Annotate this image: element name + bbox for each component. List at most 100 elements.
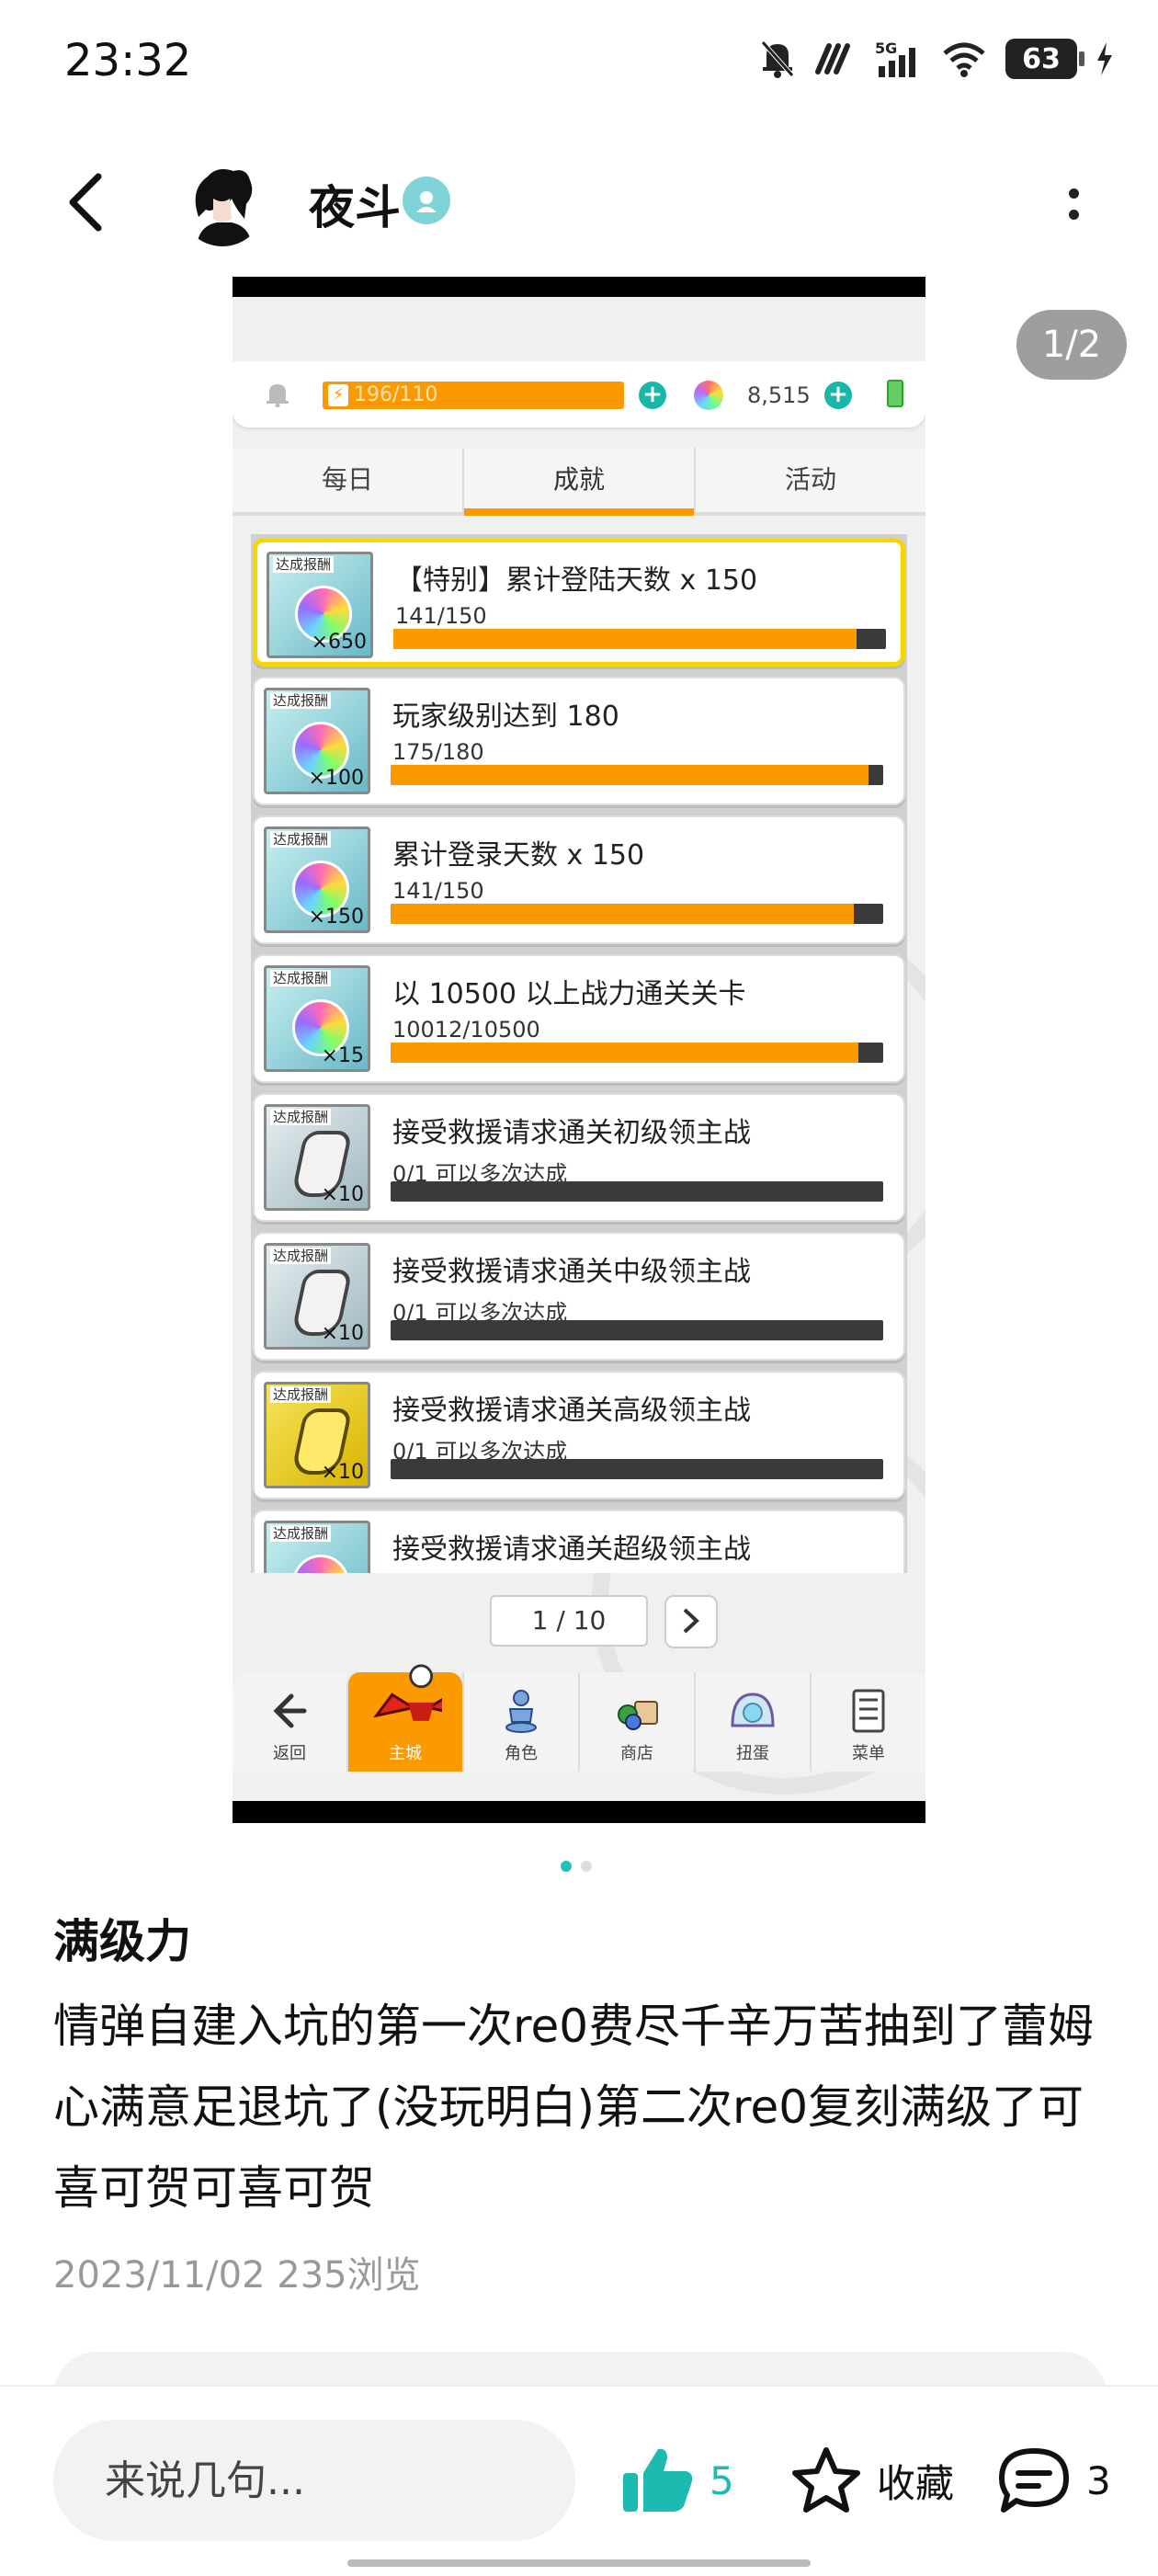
avatar[interactable] <box>180 162 265 246</box>
next-page-button[interactable] <box>664 1595 718 1648</box>
achievement-item[interactable]: 达成报酬 ×10 接受救援请求通关中级领主战 0/1 可以多次达成 <box>253 1232 905 1361</box>
reward-thumbnail: 达成报酬 ×150 <box>264 826 370 933</box>
reward-tag: 达成报酬 <box>270 1525 332 1542</box>
reward-quantity: ×10 <box>321 1322 364 1345</box>
reward-thumbnail: 达成报酬 ×10 <box>264 1243 370 1350</box>
more-vertical-icon <box>1068 188 1079 199</box>
star-icon <box>792 2447 860 2513</box>
achievement-title: 接受救援请求通关初级领主战 <box>392 1117 751 1149</box>
game-nav-item[interactable]: 返回 <box>233 1672 346 1772</box>
achievement-item[interactable]: 达成报酬 ×10 接受救援请求通关高级领主战 0/1 可以多次达成 <box>253 1371 905 1499</box>
post-body: 情弹自建入坑的第一次re0费尽千辛万苦抽到了蕾姆心满意足退坑了(没玩明白)第二次… <box>53 2000 1095 2215</box>
add-gems-button[interactable]: + <box>824 382 852 409</box>
achievement-progress-bar <box>391 1459 883 1479</box>
game-nav-item[interactable]: 菜单 <box>810 1672 925 1772</box>
mute-bell-icon <box>761 40 794 78</box>
achievement-item[interactable]: 达成报酬 ×150 累计登录天数 x 150 141/150 <box>253 815 905 944</box>
chevron-left-icon <box>69 173 102 232</box>
achievement-progress-bar <box>391 1043 883 1063</box>
reward-quantity: ×10 <box>321 1461 364 1484</box>
signal-5g-icon: 5G <box>875 40 915 77</box>
tab-achievements[interactable]: 成就 <box>462 448 694 516</box>
achievement-progress-text: 10012/10500 <box>392 1017 540 1043</box>
comment-input[interactable] <box>53 2420 575 2541</box>
back-button[interactable] <box>53 161 118 244</box>
status-time: 23:32 <box>64 35 192 86</box>
avatar-image <box>180 162 265 246</box>
thumbs-up-icon <box>623 2448 693 2512</box>
gem-orb-icon <box>694 381 723 410</box>
device-battery-icon <box>887 380 903 407</box>
achievement-item[interactable]: 达成报酬 ×15 以 10500 以上战力通关关卡 10012/10500 <box>253 954 905 1083</box>
game-nav-label: 菜单 <box>852 1744 885 1763</box>
comment-field[interactable] <box>53 2420 575 2541</box>
image-pagination-dots <box>561 1861 592 1872</box>
achievement-progress-text: 175/180 <box>392 739 484 765</box>
game-nav-item[interactable]: 商店 <box>578 1672 694 1772</box>
lightning-icon: ⚡ <box>328 384 348 406</box>
reward-tag: 达成报酬 <box>270 831 332 848</box>
comment-count: 3 <box>1086 2457 1111 2503</box>
add-stamina-button[interactable]: + <box>639 382 666 409</box>
svg-text:5G: 5G <box>875 40 897 57</box>
progress-fill <box>393 629 857 649</box>
battery-icon: 63 <box>1005 39 1084 79</box>
gem-count: 8,515 <box>747 382 811 408</box>
comment-bubble-icon <box>999 2448 1069 2513</box>
reward-thumbnail: 达成报酬 ×15 <box>264 965 370 1072</box>
achievement-progress-bar <box>391 1320 883 1340</box>
more-button[interactable] <box>1055 177 1092 232</box>
reward-tag: 达成报酬 <box>270 692 332 709</box>
achievement-list: 达成报酬 ×650 【特别】累计登陆天数 x 150 141/150 达成报酬 ×100 玩… <box>251 534 907 1573</box>
verified-badge-icon <box>403 177 450 224</box>
rainbow-orb-icon <box>292 1555 349 1573</box>
reward-tag: 达成报酬 <box>270 1109 332 1125</box>
achievement-progress-text: 141/150 <box>395 603 487 629</box>
reward-tag: 达成报酬 <box>270 970 332 986</box>
charging-icon <box>1097 42 1112 75</box>
stamina-value: 196/110 <box>354 383 438 406</box>
achievement-item[interactable]: 达成报酬 接受救援请求通关超级领主战 <box>253 1510 905 1573</box>
achievement-item[interactable]: 达成报酬 ×650 【特别】累计登陆天数 x 150 141/150 <box>253 538 905 667</box>
tab-daily[interactable]: 每日 <box>233 448 462 512</box>
image-dot-active[interactable] <box>561 1861 572 1872</box>
reward-thumbnail: 达成报酬 ×10 <box>264 1382 370 1488</box>
status-icons: 5G 63 <box>759 33 1114 85</box>
reward-quantity: ×10 <box>321 1183 364 1206</box>
chevron-right-icon <box>683 1608 699 1634</box>
progress-fill <box>391 904 854 924</box>
achievement-progress-bar <box>391 765 883 785</box>
achievement-item[interactable]: 达成报酬 ×10 接受救援请求通关初级领主战 0/1 可以多次达成 <box>253 1093 905 1222</box>
game-screenshot: ⚡ 196/110 + 8,515 + 每日 成就 活动 达成报酬 ×650 【特别… <box>233 297 925 1801</box>
reward-quantity: ×15 <box>321 1044 364 1067</box>
like-button[interactable]: 5 <box>621 2436 734 2525</box>
tab-events[interactable]: 活动 <box>694 448 925 512</box>
image-dot[interactable] <box>581 1861 592 1872</box>
achievement-progress-bar <box>391 904 883 924</box>
achievement-progress-bar <box>393 629 886 649</box>
game-bottom-nav: 返回 主城 角色 商店 扭蛋 菜单 <box>233 1664 925 1772</box>
game-nav-label: 主城 <box>389 1744 422 1763</box>
reward-thumbnail: 达成报酬 ×650 <box>267 552 373 658</box>
game-nav-item[interactable]: 扭蛋 <box>694 1672 810 1772</box>
achievement-item[interactable]: 达成报酬 ×100 玩家级别达到 180 175/180 <box>253 677 905 805</box>
favorite-label: 收藏 <box>877 2460 955 2506</box>
post-image[interactable]: ⚡ 196/110 + 8,515 + 每日 成就 活动 达成报酬 ×650 【特别… <box>233 277 925 1823</box>
username[interactable]: 夜斗 <box>309 171 401 237</box>
image-page-indicator: 1/2 <box>1016 310 1127 380</box>
game-nav-item[interactable]: 主城 <box>346 1664 462 1772</box>
game-nav-item[interactable]: 角色 <box>462 1672 578 1772</box>
achievement-title: 【特别】累计登陆天数 x 150 <box>395 564 758 597</box>
comments-button[interactable]: 3 <box>996 2436 1111 2525</box>
game-nav-label: 商店 <box>620 1744 653 1763</box>
achievement-tabs: 每日 成就 活动 <box>233 448 925 516</box>
bell-icon[interactable] <box>266 382 290 407</box>
achievement-title: 接受救援请求通关中级领主战 <box>392 1256 751 1288</box>
reward-thumbnail: 达成报酬 ×10 <box>264 1104 370 1211</box>
home-indicator <box>347 2559 811 2567</box>
game-nav-label: 扭蛋 <box>736 1744 769 1763</box>
page-counter: 1 / 10 <box>490 1595 648 1647</box>
favorite-button[interactable]: 收藏 <box>790 2436 954 2525</box>
achievement-title: 以 10500 以上战力通关关卡 <box>392 978 746 1010</box>
reward-tag: 达成报酬 <box>270 1386 332 1403</box>
